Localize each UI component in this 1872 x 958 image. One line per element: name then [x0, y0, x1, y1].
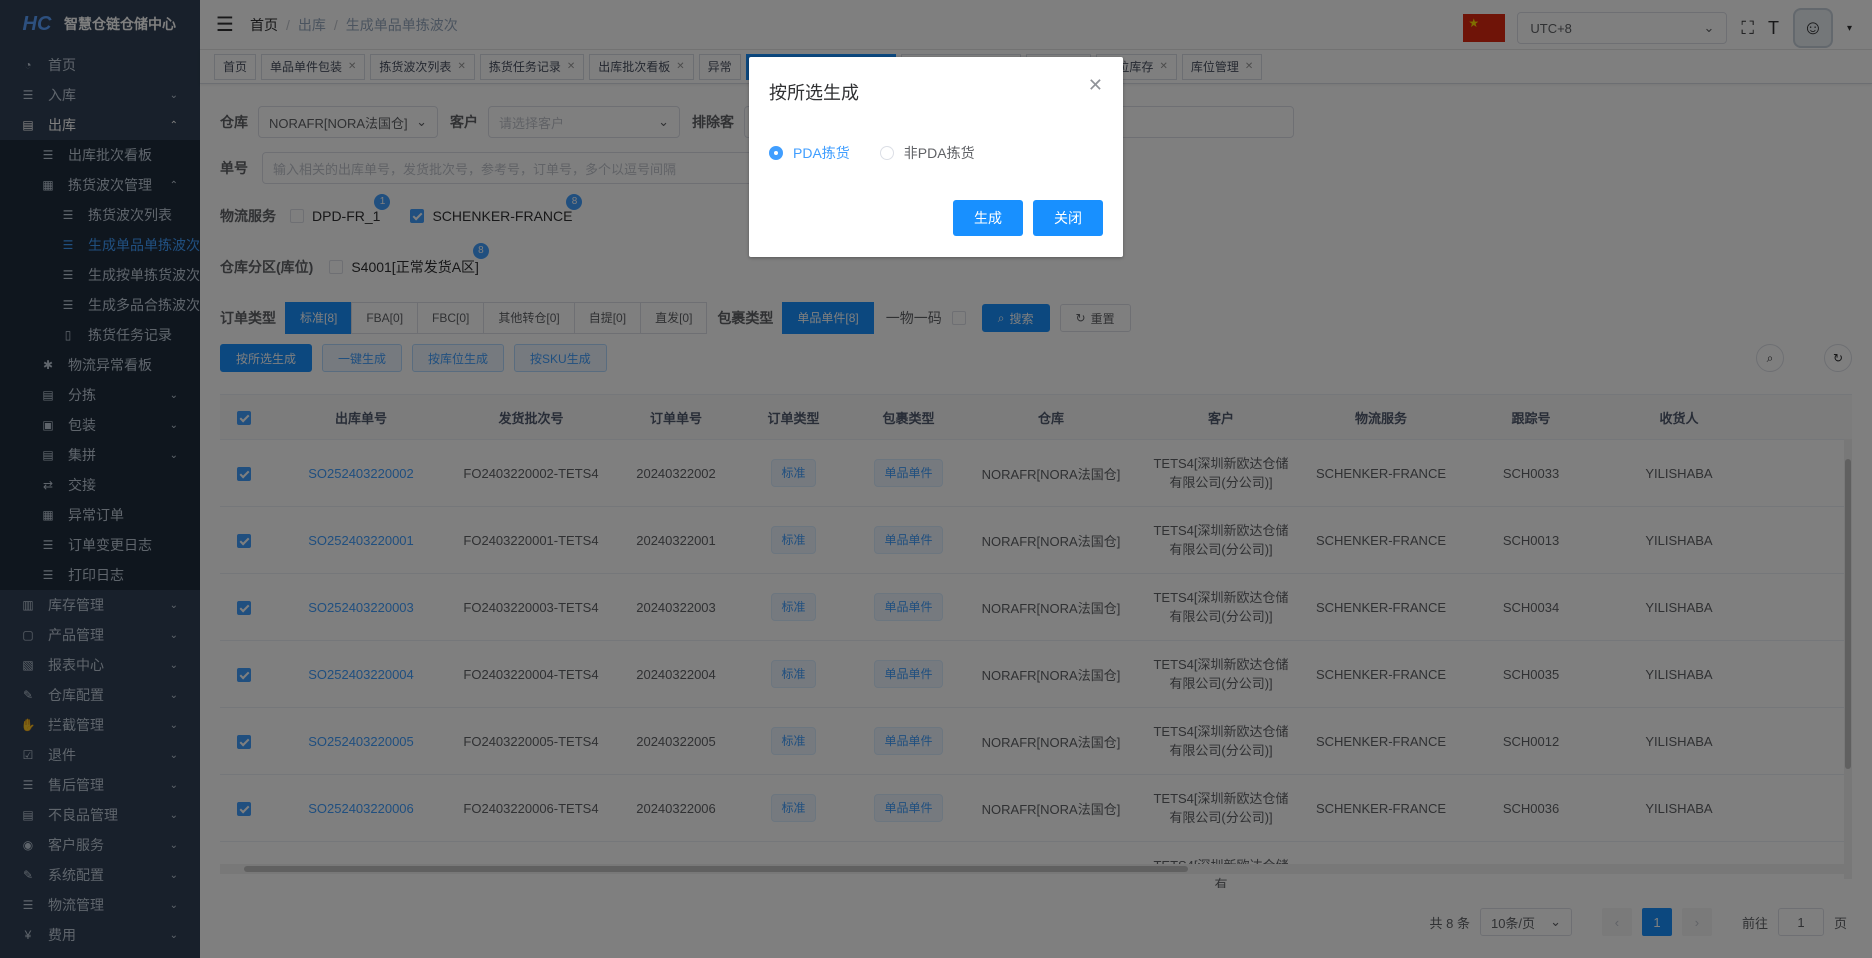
close-icon[interactable]: ✕ [1088, 75, 1103, 96]
dialog-footer: 生成 关闭 [943, 200, 1103, 236]
radio-label: PDA拣货 [793, 145, 850, 161]
radio-label: 非PDA拣货 [903, 145, 975, 161]
dialog-title: 按所选生成 [769, 83, 859, 103]
close-button[interactable]: 关闭 [1033, 200, 1103, 236]
generate-button[interactable]: 生成 [953, 200, 1023, 236]
generate-selected-dialog: 按所选生成 ✕ PDA拣货 非PDA拣货 生成 关闭 [749, 57, 1123, 257]
radio-pda[interactable]: PDA拣货 [769, 143, 850, 163]
radio-dot[interactable] [769, 146, 783, 160]
pick-mode-radio-group: PDA拣货 非PDA拣货 [769, 143, 1005, 163]
radio-dot[interactable] [879, 146, 894, 160]
radio-non-pda[interactable]: 非PDA拣货 [879, 143, 975, 163]
